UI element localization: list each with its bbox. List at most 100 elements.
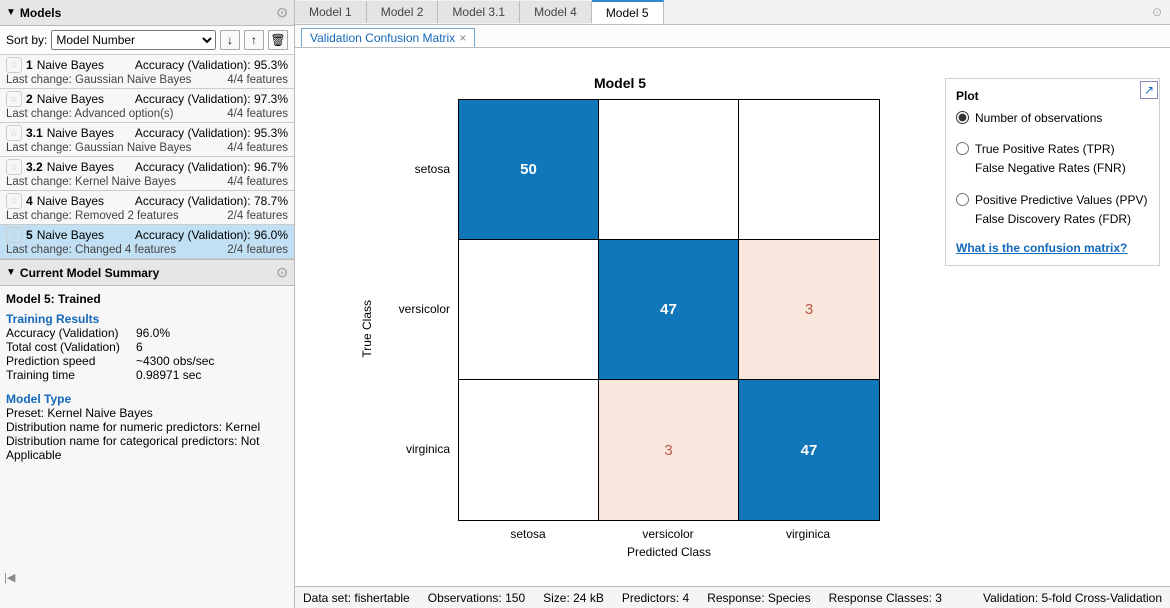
model-name: Naive Bayes [37, 194, 135, 208]
model-type-line: Distribution name for categorical predic… [6, 434, 288, 462]
model-number: 1 [26, 58, 33, 72]
col-label: virginica [738, 527, 878, 541]
model-name: Naive Bayes [47, 126, 135, 140]
model-last-change: Last change: Advanced option(s) [6, 108, 227, 120]
cm-cell-1-2: 3 [739, 240, 879, 380]
model-features: 2/4 features [227, 244, 288, 256]
model-accuracy: Accuracy (Validation): 96.0% [135, 228, 288, 242]
summary-value: 0.98971 sec [136, 368, 201, 382]
model-last-change: Last change: Kernel Naive Bayes [6, 176, 227, 188]
collapse-icon[interactable]: ▼ [6, 267, 16, 278]
help-link[interactable]: What is the confusion matrix? [956, 241, 1127, 255]
radio-num-observations[interactable] [956, 111, 969, 124]
model-accuracy: Accuracy (Validation): 78.7% [135, 194, 288, 208]
model-list: ☆1 Naive BayesAccuracy (Validation): 95.… [0, 55, 294, 259]
cm-cell-0-0: 50 [459, 100, 599, 240]
summary-body: Model 5: Trained Training Results Accura… [0, 286, 294, 608]
status-bar: Data set: fishertable Observations: 150 … [295, 586, 1170, 608]
model-last-change: Last change: Removed 2 features [6, 210, 227, 222]
sort-down-button[interactable]: ↓ [220, 30, 240, 50]
status-size: Size: 24 kB [543, 591, 604, 605]
model-item-4[interactable]: ☆ 4 Naive BayesAccuracy (Validation): 78.… [0, 191, 294, 225]
expand-icon[interactable]: ↗ [1140, 81, 1158, 99]
models-options-icon[interactable]: ⊙ [276, 4, 288, 21]
y-axis-label: True Class [360, 300, 374, 358]
cm-cell-2-0 [459, 380, 599, 520]
model-item-5[interactable]: ☆ 5 Naive BayesAccuracy (Validation): 96.… [0, 225, 294, 259]
model-accuracy: Accuracy (Validation): 95.3% [135, 126, 288, 140]
sort-up-button[interactable]: ↑ [244, 30, 264, 50]
doc-tab-model-4[interactable]: Model 4 [520, 1, 592, 23]
collapse-left-icon[interactable]: |◀ [4, 571, 15, 584]
model-name: Naive Bayes [37, 228, 135, 242]
cm-cell-2-2: 47 [739, 380, 879, 520]
radio-ppv-fdr[interactable] [956, 193, 969, 206]
row-label: setosa [378, 99, 458, 239]
summary-value: ~4300 obs/sec [136, 354, 214, 368]
model-item-2[interactable]: ☆ 2 Naive BayesAccuracy (Validation): 97.… [0, 89, 294, 123]
model-features: 2/4 features [227, 210, 288, 222]
cm-cell-1-1: 47 [599, 240, 739, 380]
model-name: Naive Bayes [37, 58, 135, 72]
favorite-star-icon[interactable]: ☆ [6, 125, 22, 141]
doc-tab-model-3-1[interactable]: Model 3.1 [438, 1, 520, 23]
favorite-star-icon[interactable]: ☆ [6, 193, 22, 209]
status-predictors: Predictors: 4 [622, 591, 689, 605]
collapse-icon[interactable]: ▼ [6, 7, 16, 18]
cm-cell-1-0 [459, 240, 599, 380]
model-number: 4 [26, 194, 33, 208]
doc-tab-model-1[interactable]: Model 1 [295, 1, 367, 23]
col-label: setosa [458, 527, 598, 541]
close-icon[interactable]: × [459, 31, 466, 45]
model-features: 4/4 features [227, 108, 288, 120]
model-item-3.2[interactable]: ☆3.2 Naive BayesAccuracy (Validation): 9… [0, 157, 294, 191]
model-item-1[interactable]: ☆ 1 Naive BayesAccuracy (Validation): 95.… [0, 55, 294, 89]
sort-select[interactable]: Model Number [51, 30, 216, 50]
doc-tab-model-2[interactable]: Model 2 [367, 1, 439, 23]
summary-key: Total cost (Validation) [6, 340, 136, 354]
model-number: 3.2 [26, 160, 43, 174]
summary-key: Prediction speed [6, 354, 136, 368]
plot-options-panel: Plot Number of observations True Positiv… [945, 78, 1160, 266]
doc-tab-model-5[interactable]: Model 5 [592, 0, 664, 24]
summary-options-icon[interactable]: ⊙ [276, 264, 288, 281]
favorite-star-icon[interactable]: ☆ [6, 57, 22, 73]
status-dataset: Data set: fishertable [303, 591, 410, 605]
confusion-matrix-chart: Model 5 True Class setosaversicolorvirgi… [295, 48, 945, 586]
status-classes: Response Classes: 3 [829, 591, 942, 605]
model-features: 4/4 features [227, 176, 288, 188]
model-item-3.1[interactable]: ☆3.1 Naive BayesAccuracy (Validation): 9… [0, 123, 294, 157]
favorite-star-icon[interactable]: ☆ [6, 91, 22, 107]
summary-key: Training time [6, 368, 136, 382]
model-number: 5 [26, 228, 33, 242]
model-number: 2 [26, 92, 33, 106]
row-label: virginica [378, 379, 458, 519]
summary-title: Current Model Summary [20, 266, 276, 280]
favorite-star-icon[interactable]: ☆ [6, 159, 22, 175]
training-results-heading: Training Results [6, 312, 288, 326]
chart-title: Model 5 [360, 75, 880, 91]
model-name: Naive Bayes [37, 92, 135, 106]
favorite-star-icon[interactable]: ☆ [6, 227, 22, 243]
model-accuracy: Accuracy (Validation): 97.3% [135, 92, 288, 106]
col-label: versicolor [598, 527, 738, 541]
row-label: versicolor [378, 239, 458, 379]
model-last-change: Last change: Gaussian Naive Bayes [6, 142, 227, 154]
radio-tpr-fnr[interactable] [956, 142, 969, 155]
plot-panel-title: Plot [956, 89, 1149, 103]
model-features: 4/4 features [227, 74, 288, 86]
summary-value: 96.0% [136, 326, 170, 340]
tabs-options-icon[interactable]: ⊙ [1144, 5, 1170, 19]
model-accuracy: Accuracy (Validation): 95.3% [135, 58, 288, 72]
models-panel-header: ▼ Models ⊙ [0, 0, 294, 26]
model-type-line: Preset: Kernel Naive Bayes [6, 406, 288, 420]
model-type-line: Distribution name for numeric predictors… [6, 420, 288, 434]
subtab-confusion-matrix[interactable]: Validation Confusion Matrix × [301, 28, 475, 47]
status-validation: Validation: 5-fold Cross-Validation [983, 591, 1162, 605]
model-type-heading: Model Type [6, 392, 288, 406]
cm-cell-0-2 [739, 100, 879, 240]
x-axis-label: Predicted Class [458, 545, 880, 559]
model-last-change: Last change: Gaussian Naive Bayes [6, 74, 227, 86]
status-response: Response: Species [707, 591, 810, 605]
delete-button[interactable]: 🗑 [268, 30, 288, 50]
